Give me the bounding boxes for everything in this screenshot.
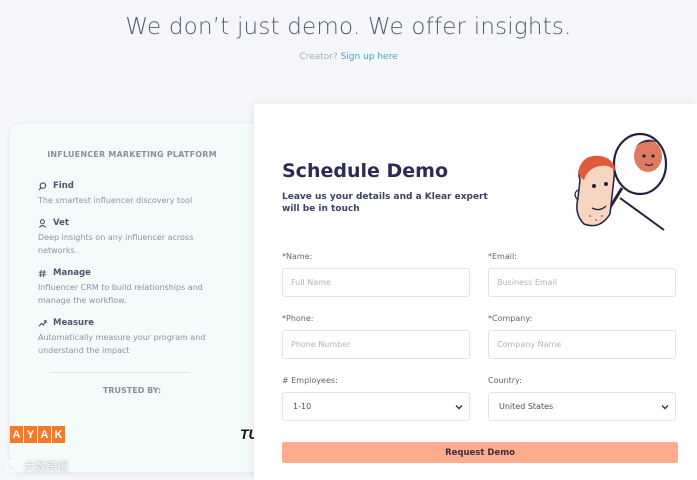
watermark-icon bbox=[6, 460, 20, 472]
chevron-down-icon bbox=[455, 405, 463, 410]
company-placeholder: Company Name bbox=[497, 340, 562, 349]
feature-desc: Influencer CRM to build relationships an… bbox=[38, 283, 203, 305]
name-placeholder: Full Name bbox=[291, 278, 331, 287]
chevron-down-icon bbox=[661, 405, 669, 410]
feature-manage: Manage Influencer CRM to build relations… bbox=[38, 268, 218, 307]
email-field[interactable]: Business Email bbox=[488, 268, 676, 297]
platform-title: INFLUENCER MARKETING PLATFORM bbox=[47, 150, 217, 159]
employees-select[interactable]: 1-10 bbox=[282, 392, 470, 421]
search-icon bbox=[38, 181, 47, 191]
feature-title: Vet bbox=[53, 218, 69, 228]
schedule-demo-form: Schedule Demo Leave us your details and … bbox=[254, 104, 697, 480]
employees-value: 1-10 bbox=[293, 402, 312, 411]
country-value: United States bbox=[499, 402, 554, 411]
company-field[interactable]: Company Name bbox=[488, 330, 676, 359]
country-select[interactable]: United States bbox=[488, 392, 676, 421]
phone-label: *Phone: bbox=[282, 314, 314, 323]
creator-prompt: Creator? Sign up here bbox=[0, 52, 697, 62]
form-subtitle: Leave us your details and a Klear expert… bbox=[282, 192, 488, 214]
form-title: Schedule Demo bbox=[282, 160, 449, 182]
feature-desc: Automatically measure your program and u… bbox=[38, 333, 206, 355]
feature-desc: Deep insights on any influencer across n… bbox=[38, 233, 194, 255]
employees-label: # Employees: bbox=[282, 376, 338, 385]
hashtag-icon bbox=[38, 269, 47, 277]
email-placeholder: Business Email bbox=[497, 278, 558, 287]
logo-letter: K bbox=[52, 426, 65, 443]
phone-field[interactable]: Phone Number bbox=[282, 330, 470, 359]
watermark-text: 大数跨境 bbox=[24, 460, 68, 473]
feature-find: Find The smartest influencer discovery t… bbox=[38, 181, 218, 207]
request-demo-button[interactable]: Request Demo bbox=[282, 442, 678, 463]
logo-letter: Y bbox=[24, 426, 37, 443]
kayak-logo: A Y A K bbox=[10, 426, 65, 443]
company-label: *Company: bbox=[488, 314, 533, 323]
page-headline: We don’t just demo. We offer insights. bbox=[125, 14, 572, 40]
name-field[interactable]: Full Name bbox=[282, 268, 470, 297]
feature-title: Find bbox=[53, 181, 74, 191]
platform-card: INFLUENCER MARKETING PLATFORM Find The s… bbox=[10, 124, 262, 472]
signup-link[interactable]: Sign up here bbox=[341, 52, 398, 62]
feature-title: Manage bbox=[53, 268, 91, 278]
email-label: *Email: bbox=[488, 252, 517, 261]
person-icon bbox=[38, 218, 47, 228]
divider bbox=[50, 372, 190, 373]
feature-title: Measure bbox=[53, 318, 95, 328]
feature-desc: The smartest influencer discovery tool bbox=[38, 196, 193, 205]
expert-illustration bbox=[574, 132, 668, 231]
country-label: Country: bbox=[488, 376, 522, 385]
logo-letter: A bbox=[38, 426, 51, 443]
trend-icon bbox=[38, 319, 47, 327]
trusted-by-label: TRUSTED BY: bbox=[102, 386, 162, 395]
logo-letter: A bbox=[10, 426, 23, 443]
phone-placeholder: Phone Number bbox=[291, 340, 351, 349]
watermark: 大数跨境 bbox=[6, 458, 68, 474]
creator-prefix: Creator? bbox=[299, 52, 338, 62]
feature-measure: Measure Automatically measure your progr… bbox=[38, 318, 218, 357]
name-label: *Name: bbox=[282, 252, 313, 261]
feature-vet: Vet Deep insights on any influencer acro… bbox=[38, 218, 218, 257]
